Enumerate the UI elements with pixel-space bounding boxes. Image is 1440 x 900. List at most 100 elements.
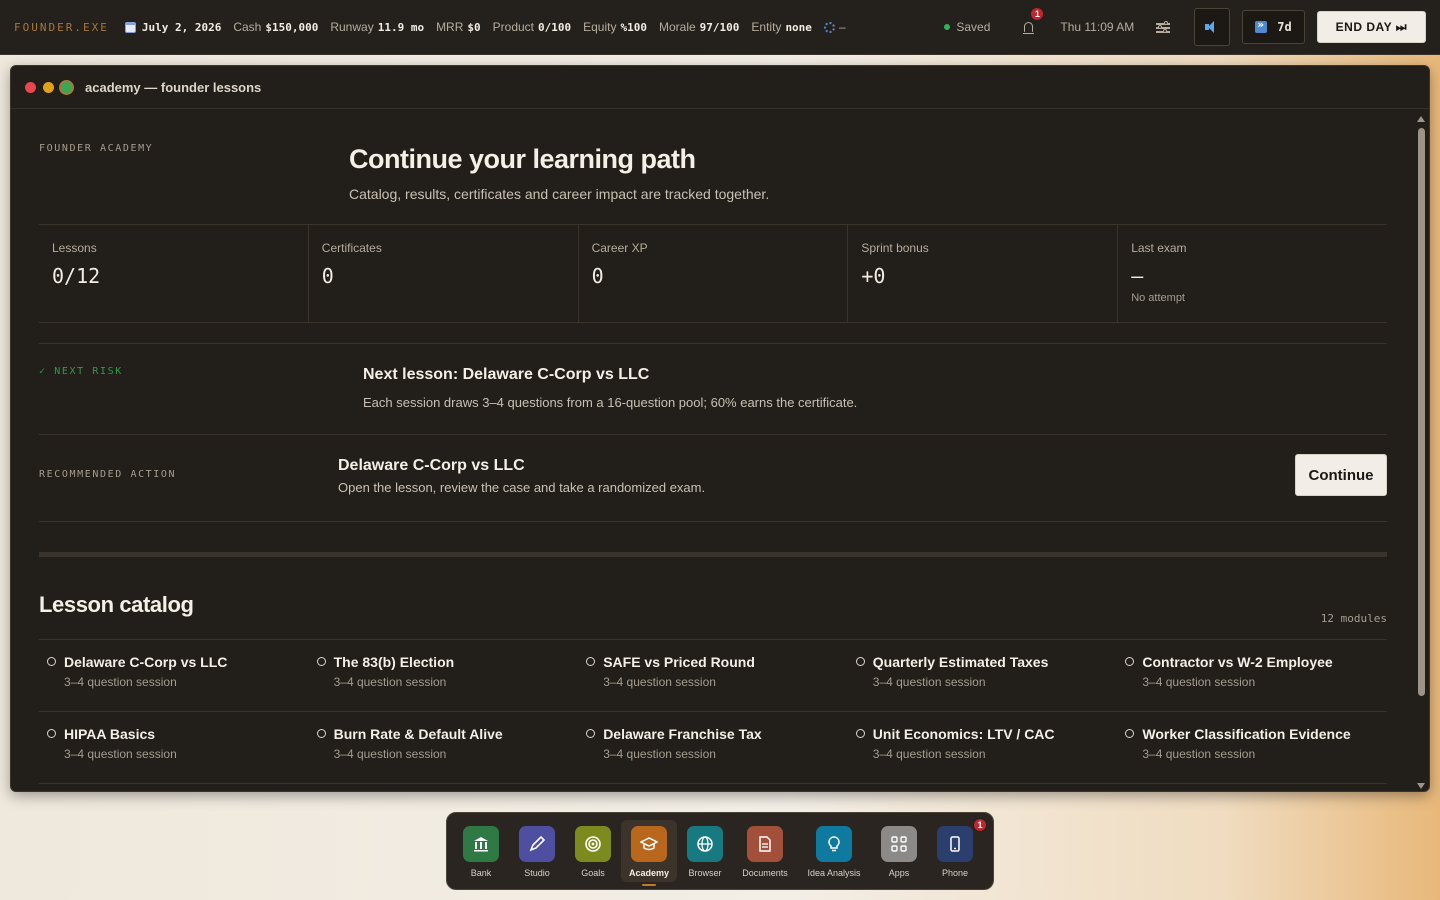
stat-label: Equity xyxy=(583,20,617,34)
lesson-card[interactable]: Quarterly Estimated Taxes 3–4 question se… xyxy=(848,640,1118,711)
dock-item-phone[interactable]: 1 Phone xyxy=(927,818,987,882)
saved-dot-icon xyxy=(944,24,951,30)
catalog-title: Lesson catalog xyxy=(39,592,194,617)
dock-label: Goals xyxy=(581,868,605,878)
scroll-up-arrow-icon[interactable] xyxy=(1417,116,1425,122)
globe-icon xyxy=(687,826,723,862)
lesson-meta: 3–4 question session xyxy=(1142,747,1256,761)
metric-label: Lessons xyxy=(52,241,97,255)
lesson-card[interactable]: Contractor vs W-2 Employee 3–4 question s… xyxy=(1117,640,1387,711)
entity-stat: Entity none xyxy=(751,20,812,34)
product-stat: Product 0/100 xyxy=(493,20,571,34)
lesson-name: HIPAA Basics xyxy=(64,726,156,742)
dock-item-documents[interactable]: Documents xyxy=(733,820,797,882)
minimize-window-icon[interactable] xyxy=(43,81,54,93)
target-icon xyxy=(575,826,611,862)
scroll-down-arrow-icon[interactable] xyxy=(1417,783,1425,789)
notification-badge: 1 xyxy=(1030,7,1045,21)
incomplete-circle-icon xyxy=(855,729,865,738)
time-speed-button[interactable]: 7d xyxy=(1242,10,1305,44)
scrollbar-thumb[interactable] xyxy=(1418,128,1425,696)
metric-label: Last exam xyxy=(1131,241,1187,255)
cash-stat: Cash $150,000 xyxy=(233,20,318,34)
lesson-name: Unit Economics: LTV / CAC xyxy=(872,726,1055,742)
academy-window: academy — founder lessons FOUNDER ACADEM… xyxy=(10,65,1430,792)
lesson-row: HIPAA Basics 3–4 question session Burn Ra… xyxy=(39,712,1387,784)
phone-badge: 1 xyxy=(973,818,987,832)
end-day-button[interactable]: END DAY ⏭ xyxy=(1316,11,1426,43)
catalog-count: 12 modules xyxy=(1320,612,1387,625)
incomplete-circle-icon xyxy=(586,729,596,738)
dock-item-goals[interactable]: Goals xyxy=(565,820,621,882)
lesson-meta: 3–4 question session xyxy=(603,675,716,689)
next-risk-section: ✓ NEXT RISK Next lesson: Delaware C-Corp… xyxy=(39,343,1387,435)
continue-button[interactable]: Continue xyxy=(1295,454,1387,496)
dock-item-academy[interactable]: Academy xyxy=(621,820,677,886)
page-subtitle: Catalog, results, certificates and caree… xyxy=(349,186,770,202)
dock-label: Academy xyxy=(628,868,670,878)
recommended-action-section: RECOMMENDED ACTION Delaware C-Corp vs LL… xyxy=(39,435,1387,522)
app-dock: Bank Studio Goals Academy Browser Docume… xyxy=(446,812,994,890)
next-lesson-title: Next lesson: Delaware C-Corp vs LLC xyxy=(363,366,650,383)
stat-value: 11.9 mo xyxy=(377,20,425,34)
stat-label: MRR xyxy=(436,20,464,34)
dock-item-apps[interactable]: Apps xyxy=(871,820,927,882)
lesson-card[interactable]: Unit Economics: LTV / CAC 3–4 question se… xyxy=(848,712,1118,783)
page-title: Continue your learning path xyxy=(349,144,696,174)
stat-label: Morale xyxy=(658,20,696,34)
lesson-card[interactable]: Delaware Franchise Tax 3–4 question sessi… xyxy=(578,712,848,783)
next-lesson-desc: Each session draws 3–4 questions from a … xyxy=(363,395,858,410)
date-stat: July 2, 2026 xyxy=(124,20,222,34)
recommended-desc: Open the lesson, review the case and tak… xyxy=(338,480,706,495)
lesson-name: SAFE vs Priced Round xyxy=(603,654,755,670)
morale-stat: Morale 97/100 xyxy=(659,20,739,34)
incomplete-circle-icon xyxy=(1125,729,1135,738)
app-brand: FOUNDER.EXE xyxy=(14,20,109,34)
lightbulb-icon xyxy=(816,826,852,862)
notifications-button[interactable]: 1 xyxy=(1018,7,1045,37)
date-value: July 2, 2026 xyxy=(141,20,222,34)
lesson-card[interactable]: Delaware C-Corp vs LLC 3–4 question sessi… xyxy=(39,640,309,711)
save-status: Saved xyxy=(944,20,990,34)
dock-item-idea-analysis[interactable]: Idea Analysis xyxy=(797,820,871,882)
mrr-stat: MRR $0 xyxy=(436,20,481,34)
stat-value: 0/100 xyxy=(538,20,572,34)
lesson-meta: 3–4 question session xyxy=(1142,675,1256,689)
calendar-icon xyxy=(124,21,136,33)
metric-label: Certificates xyxy=(321,241,382,255)
stat-value: $150,000 xyxy=(265,20,319,34)
sound-toggle-button[interactable] xyxy=(1194,8,1231,46)
catalog-header: Lesson catalog 12 modules xyxy=(39,557,1387,640)
metric-label: Sprint bonus xyxy=(861,241,929,255)
maximize-window-icon[interactable] xyxy=(61,81,72,93)
lesson-name: Delaware Franchise Tax xyxy=(603,726,762,742)
lesson-card[interactable]: SAFE vs Priced Round 3–4 question session xyxy=(578,640,848,711)
speaker-icon xyxy=(1205,21,1219,33)
metric-value: 0 xyxy=(321,264,334,288)
dock-label: Apps xyxy=(888,868,910,878)
lesson-card[interactable]: The 83(b) Election 3–4 question session xyxy=(309,640,579,711)
incomplete-circle-icon xyxy=(586,657,596,666)
vertical-scrollbar[interactable] xyxy=(1415,110,1427,791)
lesson-meta: 3–4 question session xyxy=(872,747,986,761)
dock-item-bank[interactable]: Bank xyxy=(453,820,509,882)
dock-item-browser[interactable]: Browser xyxy=(677,820,733,882)
metric-lessons: Lessons 0/12 xyxy=(39,225,309,322)
metric-value: — xyxy=(1131,264,1144,288)
stat-label: Entity xyxy=(751,20,782,34)
lesson-meta: 3–4 question session xyxy=(64,675,177,689)
settings-sliders-icon[interactable] xyxy=(1156,21,1171,33)
stat-label: Runway xyxy=(330,20,374,34)
sync-stat: – xyxy=(823,20,846,34)
recommended-tag: RECOMMENDED ACTION xyxy=(39,469,177,480)
lesson-card[interactable]: Burn Rate & Default Alive 3–4 question se… xyxy=(309,712,579,783)
close-window-icon[interactable] xyxy=(25,81,36,93)
next-risk-tag: ✓ NEXT RISK xyxy=(39,366,123,377)
metric-last-exam: Last exam — No attempt xyxy=(1118,225,1387,322)
metric-value: +0 xyxy=(861,264,886,288)
lesson-card[interactable]: Worker Classification Evidence 3–4 questi… xyxy=(1117,712,1387,783)
lesson-name: Contractor vs W-2 Employee xyxy=(1142,654,1333,670)
dock-label: Phone xyxy=(941,868,969,878)
dock-item-studio[interactable]: Studio xyxy=(509,820,565,882)
lesson-card[interactable]: HIPAA Basics 3–4 question session xyxy=(39,712,309,783)
